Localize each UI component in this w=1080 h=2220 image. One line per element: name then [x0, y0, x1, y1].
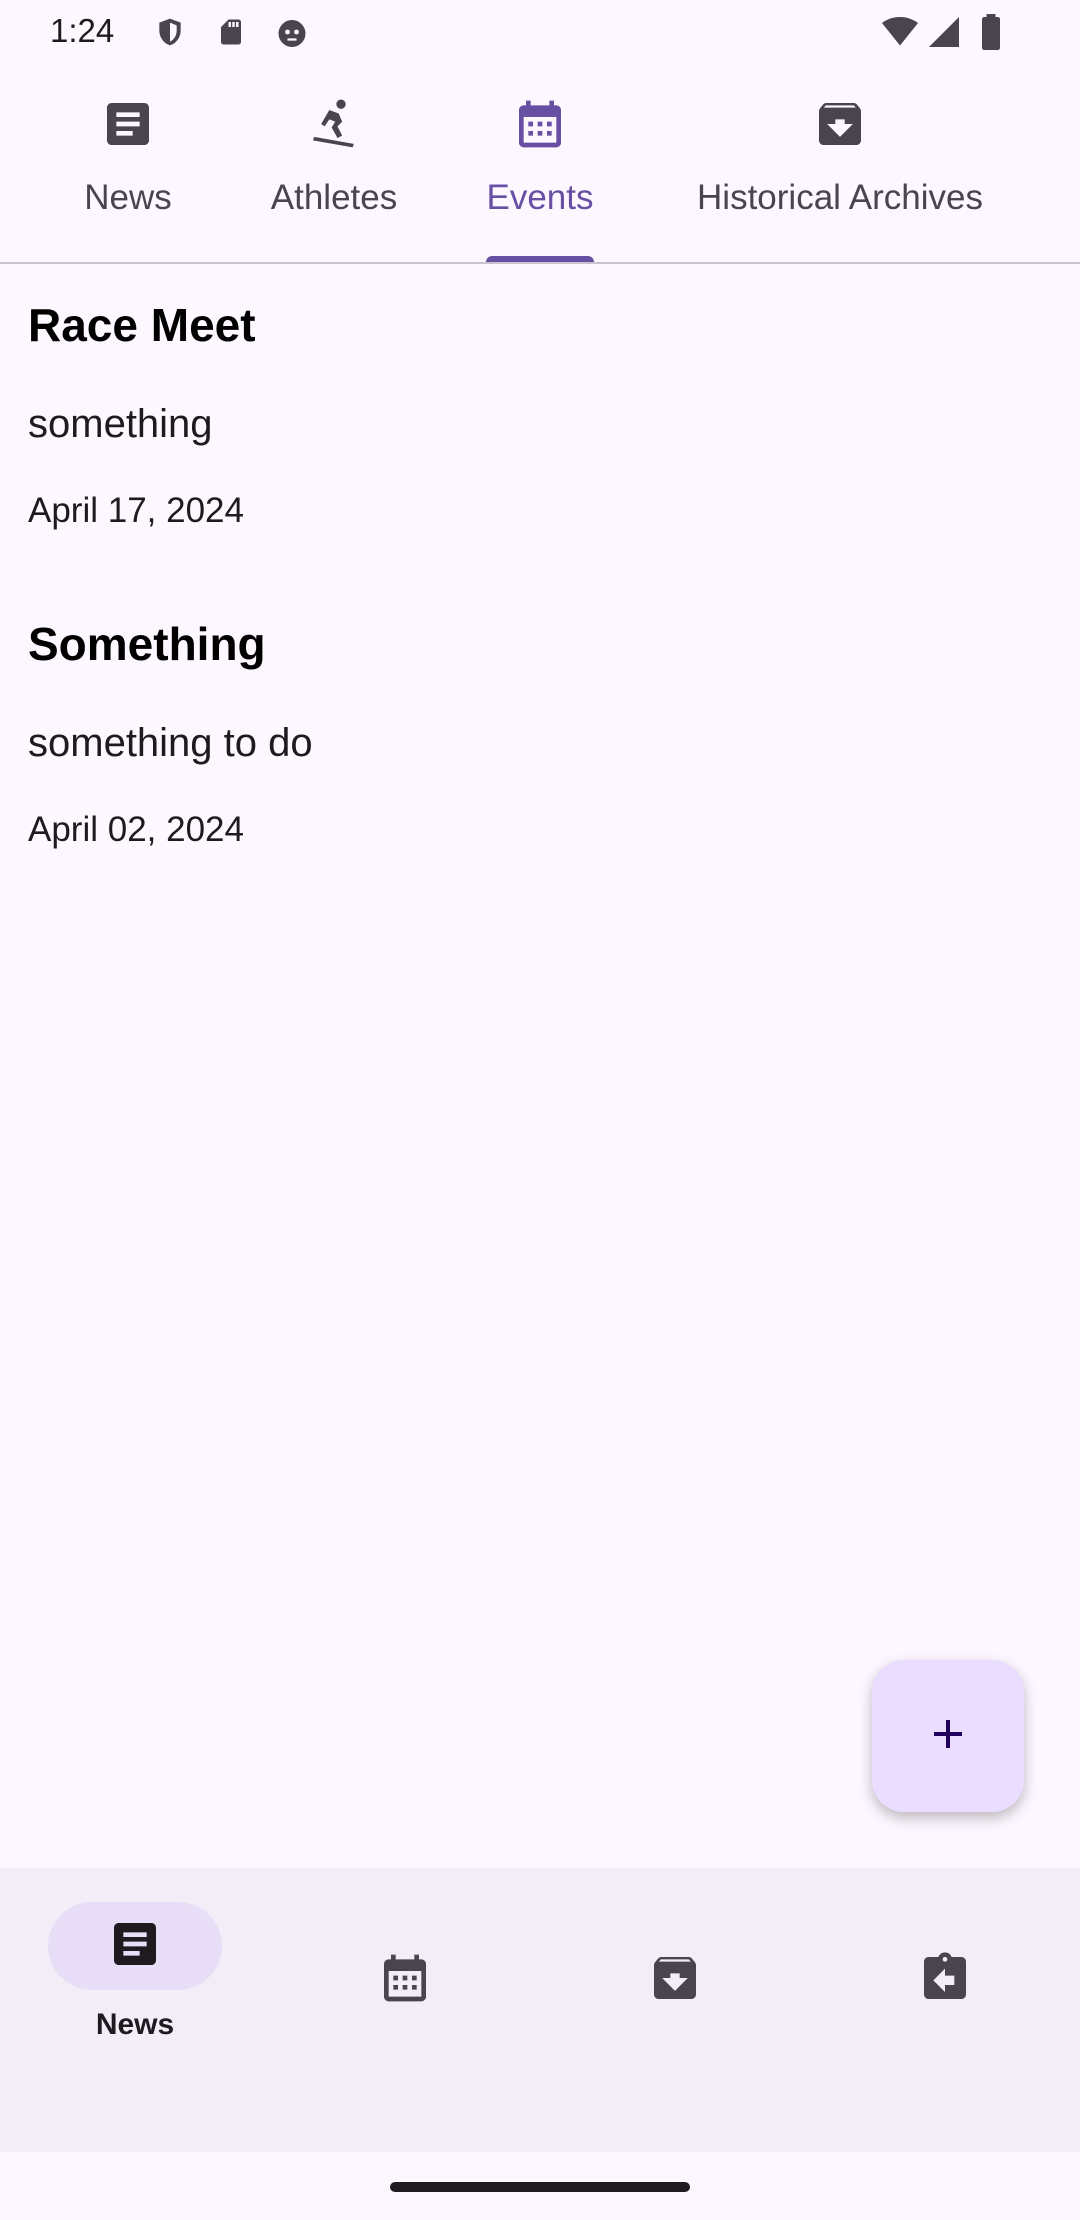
nav-active-pill: [48, 1902, 222, 1990]
tab-events[interactable]: Events: [450, 66, 630, 262]
tab-historical-archives[interactable]: Historical Archives: [660, 66, 1020, 262]
sd-card-icon: [216, 14, 246, 55]
skier-icon: [306, 96, 362, 152]
event-description: something: [28, 402, 213, 446]
tab-historical-archives-label: Historical Archives: [697, 178, 983, 217]
article-icon: [100, 96, 156, 152]
active-tab-indicator: [486, 256, 594, 262]
tab-athletes[interactable]: Athletes: [244, 66, 424, 262]
signal-icon: [926, 14, 962, 55]
add-event-button[interactable]: [872, 1660, 1024, 1812]
plus-icon: [924, 1710, 972, 1763]
tab-news-label: News: [84, 178, 172, 217]
bottom-navigation-bar: News: [0, 1868, 1080, 2152]
nav-item-news[interactable]: News: [0, 1868, 270, 2068]
assignment-return-icon: [917, 1950, 973, 2011]
nav-item-label: News: [95, 2008, 175, 2041]
article-icon: [107, 1916, 163, 1977]
shield-icon: [154, 14, 186, 55]
event-item[interactable]: Something something to do April 02, 2024: [28, 617, 313, 850]
cat-face-icon: [274, 14, 310, 55]
nav-pill: [858, 1936, 1032, 2024]
tab-events-label: Events: [486, 178, 594, 217]
calendar-icon: [377, 1950, 433, 2011]
nav-item-assignment[interactable]: [810, 1868, 1080, 2068]
event-title: Something: [28, 618, 266, 670]
event-date: April 02, 2024: [28, 810, 244, 849]
archive-icon: [812, 96, 868, 152]
archive-icon: [647, 1950, 703, 2011]
event-date: April 17, 2024: [28, 491, 244, 530]
nav-pill: [318, 1936, 492, 2024]
nav-item-archives[interactable]: [540, 1868, 810, 2068]
battery-icon: [978, 14, 1004, 55]
status-time: 1:24: [50, 12, 115, 49]
event-item[interactable]: Race Meet something April 17, 2024: [28, 298, 256, 531]
status-bar: 1:24: [0, 0, 1080, 66]
wifi-icon: [880, 14, 920, 55]
nav-item-events[interactable]: [270, 1868, 540, 2068]
event-description: something to do: [28, 721, 313, 765]
tab-athletes-label: Athletes: [270, 178, 398, 217]
tab-news[interactable]: News: [38, 66, 218, 262]
calendar-icon: [512, 96, 568, 152]
gesture-navigation-bar[interactable]: [390, 2182, 690, 2192]
event-title: Race Meet: [28, 299, 256, 351]
top-tab-bar: News Athletes Events Historical Archives: [0, 66, 1080, 264]
nav-pill: [588, 1936, 762, 2024]
